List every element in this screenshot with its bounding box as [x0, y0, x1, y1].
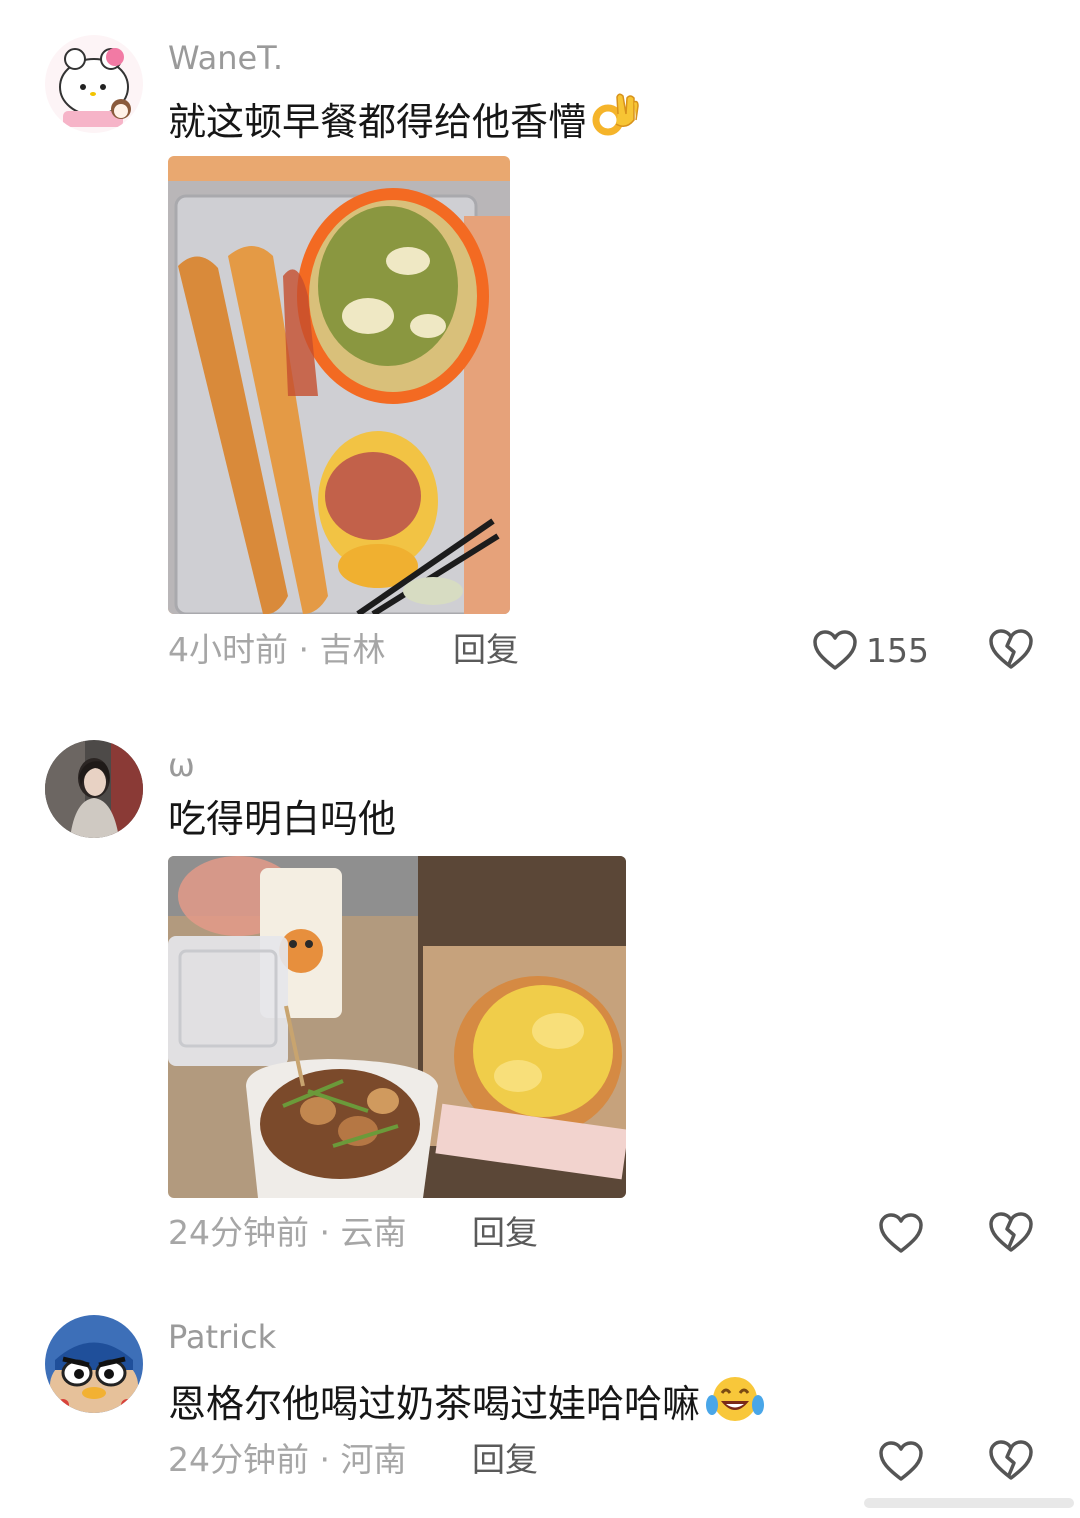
comment-location: 河南 — [340, 1440, 407, 1479]
laughing-tears-emoji-icon — [704, 1373, 766, 1435]
like-button[interactable] — [878, 1209, 924, 1257]
like-count: 155 — [866, 630, 929, 670]
comment-meta: 4小时前 · 吉林 — [168, 630, 385, 670]
cartoon-character-avatar-icon — [45, 1315, 143, 1413]
avatar[interactable] — [45, 35, 143, 133]
comment-location: 吉林 — [319, 630, 386, 669]
comment-meta: 24分钟前 · 云南 — [168, 1213, 406, 1253]
comment-text-content: 就这顿早餐都得给他香懵 — [168, 100, 587, 144]
dislike-button[interactable] — [988, 628, 1034, 670]
broken-heart-icon — [989, 1212, 1033, 1252]
broken-heart-icon — [989, 629, 1033, 669]
comment-text: 吃得明白吗他 — [168, 794, 396, 844]
username[interactable]: Patrick — [168, 1317, 276, 1357]
comment-location: 云南 — [340, 1213, 407, 1252]
reply-button[interactable]: 回复 — [472, 1440, 538, 1480]
comment-item: Patrick 恩格尔他喝过奶茶喝过娃哈哈嘛 24分钟前 · 河南 回复 — [0, 1290, 1080, 1518]
comment-time: 24分钟前 — [168, 1213, 309, 1252]
like-button[interactable]: 155 — [812, 626, 929, 674]
avatar[interactable] — [45, 740, 143, 838]
hello-kitty-avatar-icon — [45, 35, 143, 133]
avatar[interactable] — [45, 1315, 143, 1413]
username[interactable]: ω — [168, 745, 195, 785]
comment-text: 恩格尔他喝过奶茶喝过娃哈哈嘛 — [168, 1373, 766, 1435]
like-button[interactable] — [878, 1437, 924, 1485]
dislike-button[interactable] — [988, 1211, 1034, 1253]
broken-heart-icon — [989, 1440, 1033, 1480]
home-indicator[interactable] — [864, 1498, 1074, 1508]
comment-image-breakfast[interactable] — [168, 156, 510, 614]
comment-item: WaneT. 就这顿早餐都得给他香懵 4小时前 · 吉林 回复 155 — [0, 0, 1080, 700]
reply-button[interactable]: 回复 — [472, 1213, 538, 1253]
meta-separator: · — [288, 630, 320, 669]
person-photo-avatar-icon — [45, 740, 143, 838]
comment-meta: 24分钟前 · 河南 — [168, 1440, 406, 1480]
reply-button[interactable]: 回复 — [453, 630, 519, 670]
comment-text-content: 吃得明白吗他 — [168, 797, 397, 841]
meta-separator: · — [309, 1213, 341, 1252]
heart-outline-icon — [878, 1212, 924, 1254]
comment-image-takeout[interactable] — [168, 856, 626, 1198]
comment-time: 24分钟前 — [168, 1440, 309, 1479]
dislike-button[interactable] — [988, 1439, 1034, 1481]
comment-time: 4小时前 — [168, 630, 288, 669]
heart-outline-icon — [812, 629, 858, 671]
comment-text-content: 恩格尔他喝过奶茶喝过娃哈哈嘛 — [168, 1382, 701, 1426]
comment-item: ω 吃得明白吗他 24分钟前 · 云南 回复 — [0, 700, 1080, 1290]
username[interactable]: WaneT. — [168, 38, 283, 78]
ok-hand-emoji-icon — [590, 90, 642, 154]
heart-outline-icon — [878, 1440, 924, 1482]
meta-separator: · — [309, 1440, 341, 1479]
comment-text: 就这顿早餐都得给他香懵 — [168, 90, 642, 154]
